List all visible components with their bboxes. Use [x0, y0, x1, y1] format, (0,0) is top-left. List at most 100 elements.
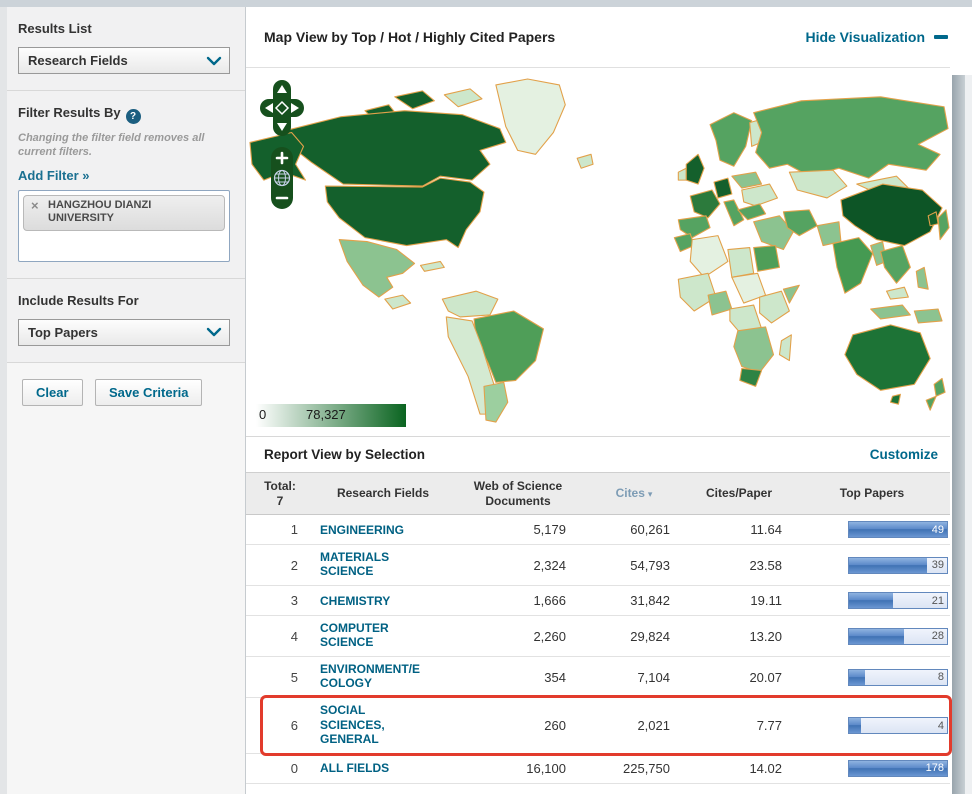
row-rank: 6 [246, 718, 314, 733]
row-rank: 2 [246, 558, 314, 573]
row-documents: 354 [452, 670, 584, 685]
top-papers-bar: 8 [848, 669, 948, 686]
column-header-top-papers[interactable]: Top Papers [794, 486, 950, 500]
row-rank: 4 [246, 629, 314, 644]
column-header-research-fields[interactable]: Research Fields [314, 486, 452, 500]
research-field-link[interactable]: ENVIRONMENT/ECOLOGY [320, 662, 426, 690]
results-list-selected: Research Fields [28, 53, 128, 68]
top-papers-value: 21 [932, 595, 944, 607]
table-row: 3 CHEMISTRY 1,666 31,842 19.11 21 [246, 586, 950, 616]
row-cites-per-paper: 14.02 [684, 761, 794, 776]
page-right-gutter [965, 75, 972, 794]
top-papers-bar-fill [849, 593, 893, 608]
map-pan-control[interactable] [260, 80, 304, 136]
results-list-dropdown[interactable]: Research Fields [18, 47, 230, 74]
research-field-link[interactable]: MATERIALS SCIENCE [320, 550, 426, 578]
row-rank: 3 [246, 593, 314, 608]
page-top-strip [0, 0, 972, 7]
map-zoom-control[interactable] [271, 147, 293, 209]
column-header-cites[interactable]: Cites▾ [584, 486, 684, 500]
map-controls [260, 80, 306, 214]
top-papers-value: 28 [932, 630, 944, 642]
report-table-body: 1 ENGINEERING 5,179 60,261 11.64 49 2 MA… [246, 515, 950, 784]
legend-max: 78,327 [306, 407, 346, 422]
row-cites: 225,750 [584, 761, 684, 776]
filter-box: × HANGZHOU DIANZI UNIVERSITY [18, 190, 230, 262]
sidebar-actions: Clear Save Criteria [0, 363, 245, 794]
row-documents: 1,666 [452, 593, 584, 608]
top-papers-bar: 28 [848, 628, 948, 645]
row-documents: 260 [452, 718, 584, 733]
help-icon[interactable]: ? [126, 109, 141, 124]
report-table-header: Total: 7 Research Fields Web of Science … [246, 473, 950, 515]
top-papers-bar: 49 [848, 521, 948, 538]
chevron-down-icon [206, 56, 222, 66]
report-title: Report View by Selection [264, 447, 425, 462]
results-list-section: Results List Research Fields [0, 7, 245, 91]
page-edge-scrollbar[interactable] [952, 75, 965, 794]
table-row: 4 COMPUTER SCIENCE 2,260 29,824 13.20 28 [246, 616, 950, 657]
report-panel-header: Report View by Selection Customize [246, 437, 950, 473]
research-field-link[interactable]: ALL FIELDS [320, 761, 389, 775]
row-cites-per-paper: 7.77 [684, 718, 794, 733]
row-cites: 31,842 [584, 593, 684, 608]
top-papers-value: 8 [938, 671, 944, 683]
minus-icon [934, 35, 948, 39]
top-papers-bar: 21 [848, 592, 948, 609]
customize-link[interactable]: Customize [870, 447, 938, 462]
column-header-documents[interactable]: Web of Science Documents [452, 479, 584, 508]
row-cites: 60,261 [584, 522, 684, 537]
table-row: 0 ALL FIELDS 16,100 225,750 14.02 178 [246, 754, 950, 784]
include-results-heading: Include Results For [18, 293, 229, 308]
row-documents: 2,260 [452, 629, 584, 644]
row-rank: 0 [246, 761, 314, 776]
include-results-section: Include Results For Top Papers [0, 279, 245, 363]
sidebar: Results List Research Fields Filter Resu… [0, 7, 246, 794]
map-legend: 0 78,327 [256, 404, 406, 427]
row-cites: 29,824 [584, 629, 684, 644]
row-cites: 2,021 [584, 718, 684, 733]
research-field-link[interactable]: ENGINEERING [320, 523, 404, 537]
column-header-total: Total: 7 [246, 479, 314, 508]
clear-button[interactable]: Clear [22, 379, 83, 406]
world-map[interactable] [246, 68, 950, 436]
row-cites: 7,104 [584, 670, 684, 685]
save-criteria-button[interactable]: Save Criteria [95, 379, 203, 406]
hide-visualization-link[interactable]: Hide Visualization [805, 29, 948, 45]
main-content: Map View by Top / Hot / Highly Cited Pap… [246, 7, 972, 794]
sort-descending-icon: ▾ [648, 489, 653, 499]
top-papers-bar-fill [849, 670, 865, 685]
filter-heading: Filter Results By? [18, 105, 229, 124]
row-cites: 54,793 [584, 558, 684, 573]
table-row: 5 ENVIRONMENT/ECOLOGY 354 7,104 20.07 8 [246, 657, 950, 698]
filter-tag-label: HANGZHOU DIANZI UNIVERSITY [48, 199, 151, 225]
research-field-link[interactable]: COMPUTER SCIENCE [320, 621, 426, 649]
results-list-heading: Results List [18, 21, 229, 36]
top-papers-value: 49 [932, 524, 944, 536]
include-results-dropdown[interactable]: Top Papers [18, 319, 230, 346]
chevron-down-icon [206, 327, 222, 337]
remove-filter-icon[interactable]: × [31, 198, 39, 214]
row-cites-per-paper: 13.20 [684, 629, 794, 644]
map-container: 0 78,327 [246, 68, 950, 437]
row-rank: 1 [246, 522, 314, 537]
row-documents: 5,179 [452, 522, 584, 537]
row-cites-per-paper: 23.58 [684, 558, 794, 573]
column-header-cites-per-paper[interactable]: Cites/Paper [684, 486, 794, 500]
add-filter-link[interactable]: Add Filter » [18, 168, 90, 183]
map-title: Map View by Top / Hot / Highly Cited Pap… [264, 29, 555, 45]
research-field-link[interactable]: CHEMISTRY [320, 594, 390, 608]
top-papers-bar: 39 [848, 557, 948, 574]
filter-tag: × HANGZHOU DIANZI UNIVERSITY [23, 195, 225, 232]
table-row: 2 MATERIALS SCIENCE 2,324 54,793 23.58 3… [246, 545, 950, 586]
table-row: 6 SOCIAL SCIENCES, GENERAL 260 2,021 7.7… [246, 698, 950, 753]
top-papers-bar: 178 [848, 760, 948, 777]
row-rank: 5 [246, 670, 314, 685]
include-results-selected: Top Papers [28, 325, 98, 340]
research-field-link[interactable]: SOCIAL SCIENCES, GENERAL [320, 703, 426, 745]
top-papers-value: 39 [932, 559, 944, 571]
legend-min: 0 [259, 407, 266, 422]
filter-section: Filter Results By? Changing the filter f… [0, 91, 245, 279]
top-papers-bar: 4 [848, 717, 948, 734]
map-panel-header: Map View by Top / Hot / Highly Cited Pap… [246, 7, 950, 68]
